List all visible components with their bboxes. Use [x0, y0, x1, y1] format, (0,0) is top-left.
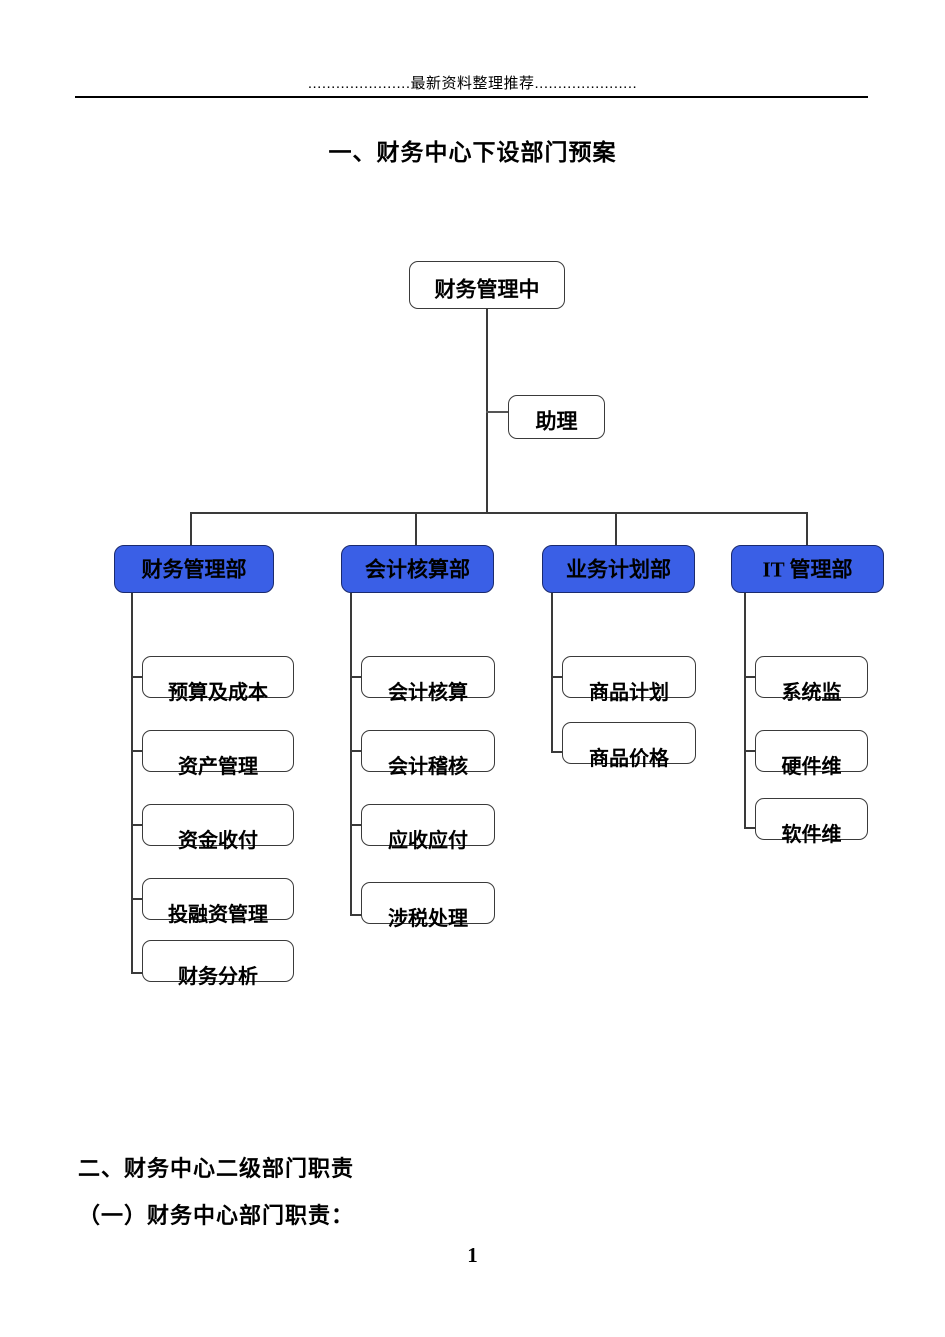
org-node-c1-item-4-label: 投融资管理 [168, 903, 268, 926]
org-node-assistant: 助理 [508, 395, 605, 439]
org-node-c2-item-4: 涉税处理 [361, 882, 495, 930]
org-node-c3-item-1-label: 商品计划 [589, 681, 669, 704]
org-node-c4-item-1-label: 系统监 [781, 681, 842, 704]
org-node-c2-item-1: 会计核算 [361, 656, 495, 704]
connector-drop-dept-4 [806, 512, 808, 545]
org-node-c2-item-4-label: 涉税处理 [388, 907, 468, 930]
org-node-c3-item-2: 商品价格 [562, 722, 696, 770]
org-node-c1-item-3: 资金收付 [142, 804, 294, 852]
org-node-c4-item-2-label: 硬件维 [781, 755, 842, 778]
org-node-department-2-label: 会计核算部 [365, 557, 470, 582]
org-node-c1-item-1: 预算及成本 [142, 656, 294, 704]
org-node-c2-item-1-label: 会计核算 [388, 681, 468, 704]
org-node-c1-item-4: 投融资管理 [142, 878, 294, 926]
connector-spine-col-3 [551, 593, 553, 752]
org-node-c1-item-3-label: 资金收付 [178, 829, 258, 852]
org-chart: 财务管理中 助理 财务管理部 会计核算部 业务计划部 IT 管理部 预算及成本 … [0, 0, 945, 1337]
section-heading-2-1: （一）财务中心部门职责： [78, 1203, 355, 1228]
org-node-c2-item-3-label: 应收应付 [388, 829, 468, 852]
connector-spine-col-4 [744, 593, 746, 828]
org-node-department-1: 财务管理部 [114, 545, 274, 593]
org-node-c1-item-2-label: 资产管理 [178, 755, 258, 778]
org-node-c4-item-2: 硬件维 [755, 730, 868, 778]
org-node-c2-item-3: 应收应付 [361, 804, 495, 852]
connector-assistant-branch [486, 411, 508, 413]
connector-spine-col-1 [131, 593, 133, 973]
org-node-department-3: 业务计划部 [542, 545, 695, 593]
connector-department-bus [190, 512, 808, 514]
org-node-c1-item-2: 资产管理 [142, 730, 294, 778]
org-node-assistant-label: 助理 [535, 409, 578, 434]
section-heading-2: 二、财务中心二级部门职责 [78, 1156, 355, 1181]
org-node-c4-item-3: 软件维 [755, 798, 868, 846]
connector-drop-dept-1 [190, 512, 192, 545]
page-number: 1 [467, 1243, 478, 1267]
org-node-c1-item-5: 财务分析 [142, 940, 294, 988]
org-node-c3-item-1: 商品计划 [562, 656, 696, 704]
org-node-department-2: 会计核算部 [341, 545, 494, 593]
org-node-c4-item-1: 系统监 [755, 656, 868, 704]
org-node-root: 财务管理中 [409, 261, 565, 309]
connector-drop-dept-3 [615, 512, 617, 545]
org-node-department-4: IT 管理部 [731, 545, 884, 593]
document-page: ......................最新资料整理推荐..........… [0, 0, 945, 1337]
org-node-c2-item-2-label: 会计稽核 [388, 755, 468, 778]
org-node-c1-item-5-label: 财务分析 [178, 965, 258, 988]
org-node-c2-item-2: 会计稽核 [361, 730, 495, 778]
org-node-department-4-label: IT 管理部 [762, 557, 853, 582]
org-node-root-label: 财务管理中 [434, 277, 540, 302]
org-node-c4-item-3-label: 软件维 [781, 823, 842, 846]
connector-spine-col-2 [350, 593, 352, 915]
connector-drop-dept-2 [415, 512, 417, 545]
org-node-department-1-label: 财务管理部 [141, 557, 247, 582]
org-node-department-3-label: 业务计划部 [566, 557, 671, 582]
org-node-c3-item-2-label: 商品价格 [589, 747, 669, 770]
org-node-c1-item-1-label: 预算及成本 [168, 681, 268, 704]
